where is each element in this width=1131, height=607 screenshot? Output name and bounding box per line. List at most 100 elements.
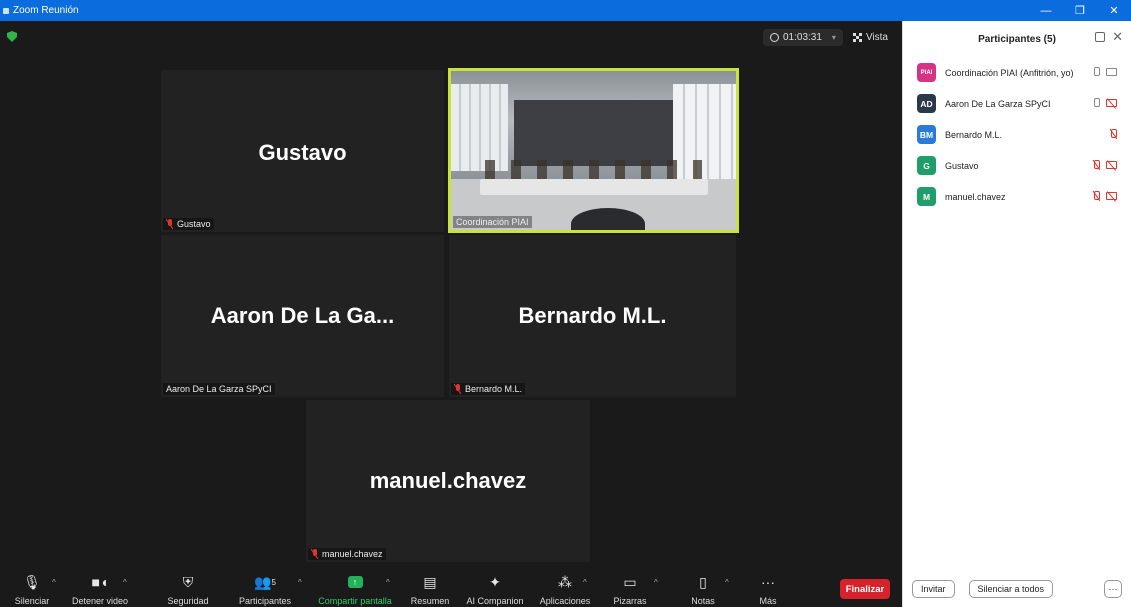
more-dots-icon: ···: [761, 574, 775, 590]
participants-icon: 👥 5: [254, 573, 276, 590]
end-meeting-button[interactable]: Finalizar: [840, 579, 890, 599]
meeting-toolbar: 🎙 ^ Silenciar ■◖ ^ Detener video ⛨ Segur…: [0, 571, 902, 607]
participant-name: manuel.chavez: [945, 191, 1006, 202]
mute-button[interactable]: 🎙 ^ Silenciar: [14, 573, 56, 607]
tile-caption: Coordinación PIAI: [453, 216, 532, 228]
participants-button[interactable]: 👥 5 ^ Participantes: [239, 573, 302, 607]
participant-big-name: manuel.chavez: [369, 468, 527, 493]
participant-name: Bernardo M.L.: [945, 129, 1003, 140]
video-tile-aaron[interactable]: Aaron De La Ga... Aaron De La Garza SPyC…: [161, 235, 444, 397]
chevron-up-icon[interactable]: ^: [123, 578, 127, 587]
avatar: G: [917, 156, 936, 175]
title-bar: Zoom Reunión — ❐ ✕: [0, 0, 1131, 21]
share-screen-button[interactable]: ↑ ^ Compartir pantalla: [318, 573, 392, 607]
tile-caption: Bernardo M.L.: [451, 383, 526, 395]
summary-button[interactable]: ▤ Resumen: [411, 573, 450, 607]
mic-muted-icon: [311, 549, 319, 559]
avatar: BM: [917, 125, 936, 144]
panel-header: Participantes (5) ✕: [903, 21, 1131, 57]
video-camera-icon: ■◖: [91, 574, 109, 590]
stop-video-button[interactable]: ■◖ ^ Detener video: [72, 573, 128, 607]
mic-muted-icon[interactable]: [1093, 191, 1100, 201]
apps-button[interactable]: ⁂ ^ Aplicaciones: [540, 573, 591, 607]
close-window-button[interactable]: ✕: [1097, 4, 1131, 17]
tile-caption-name: Coordinación PIAI: [456, 217, 529, 227]
grid-view-icon: [852, 33, 862, 42]
chevron-up-icon[interactable]: ^: [386, 578, 390, 587]
video-tile-bernardo[interactable]: Bernardo M.L. Bernardo M.L.: [449, 235, 736, 397]
window-title: Zoom Reunión: [13, 5, 79, 16]
chevron-up-icon[interactable]: ^: [654, 578, 658, 587]
camera-icon[interactable]: [1106, 68, 1117, 76]
video-tile-coordinacion[interactable]: Coordinación PIAI: [448, 68, 739, 233]
whiteboards-button[interactable]: ▭ ^ Pizarras: [612, 573, 657, 607]
zoom-logo-icon: [3, 7, 9, 14]
chevron-up-icon[interactable]: ^: [52, 578, 56, 587]
participant-list: PIAI Coordinación PIAI (Anfitrión, yo) AD A…: [903, 57, 1131, 212]
microphone-icon[interactable]: [1093, 67, 1100, 77]
meeting-area: 01:03:31 ▾ Vista Gustavo Gustavo Coordin…: [0, 21, 902, 607]
panel-title: Participantes (5): [978, 33, 1056, 45]
more-button[interactable]: ··· Más: [752, 573, 784, 607]
tile-caption: Gustavo: [163, 218, 214, 230]
whiteboard-icon: ▭: [623, 573, 637, 590]
more-options-button[interactable]: ···: [1104, 580, 1122, 598]
pop-out-icon[interactable]: [1095, 32, 1105, 42]
participant-row[interactable]: BM Bernardo M.L.: [903, 119, 1131, 150]
mic-muted-icon: [166, 219, 174, 229]
chevron-up-icon[interactable]: ^: [298, 578, 302, 587]
security-button[interactable]: ⛨ Seguridad: [167, 573, 208, 607]
tile-caption: manuel.chavez: [308, 548, 386, 560]
timer-value: 01:03:31: [782, 32, 822, 43]
chevron-down-icon: ▾: [831, 33, 836, 42]
view-button[interactable]: Vista: [849, 29, 892, 46]
apps-icon: ⁂: [558, 573, 572, 590]
avatar: M: [917, 187, 936, 206]
participants-panel: Participantes (5) ✕ PIAI Coordinación PIA…: [902, 21, 1131, 607]
invite-button[interactable]: Invitar: [912, 580, 955, 598]
camera-off-icon[interactable]: [1106, 161, 1117, 169]
participant-row[interactable]: G Gustavo: [903, 150, 1131, 181]
tile-caption-name: manuel.chavez: [322, 549, 383, 559]
participant-row[interactable]: Mmanuel.chavez: [903, 181, 1131, 212]
sparkle-icon: ✦: [489, 573, 501, 590]
participant-big-name: Aaron De La Ga...: [210, 303, 395, 328]
video-tile-gustavo[interactable]: Gustavo Gustavo: [161, 70, 444, 232]
minimize-button[interactable]: —: [1029, 5, 1063, 17]
participant-big-name: Gustavo: [258, 140, 347, 165]
participant-row[interactable]: PIAI Coordinación PIAI (Anfitrión, yo): [903, 57, 1131, 88]
shield-icon: ⛨: [182, 573, 194, 590]
camera-off-icon[interactable]: [1106, 192, 1117, 200]
participant-name: Gustavo: [945, 160, 979, 171]
microphone-icon: 🎙: [23, 573, 41, 590]
ai-companion-button[interactable]: ✦ AI Companion: [466, 573, 523, 607]
mic-muted-icon[interactable]: [1093, 160, 1100, 170]
participants-count: 5: [271, 577, 276, 587]
chevron-up-icon[interactable]: ^: [583, 578, 587, 587]
video-tile-manuel[interactable]: manuel.chavez manuel.chavez: [306, 400, 590, 562]
mute-all-button[interactable]: Silenciar a todos: [968, 580, 1054, 598]
tile-caption-name: Gustavo: [177, 219, 211, 229]
chevron-up-icon[interactable]: ^: [725, 578, 729, 587]
meeting-timer[interactable]: 01:03:31 ▾: [762, 29, 843, 46]
meeting-room-video: [451, 71, 736, 230]
camera-off-icon[interactable]: [1106, 99, 1117, 107]
avatar: PIAI: [917, 63, 936, 82]
avatar: AD: [917, 94, 936, 113]
tile-caption: Aaron De La Garza SPyCI: [163, 383, 275, 395]
tile-caption-name: Aaron De La Garza SPyCI: [166, 384, 272, 394]
participant-row[interactable]: AD Aaron De La Garza SPyCI: [903, 88, 1131, 119]
notes-button[interactable]: ▯ ^ Notas: [685, 573, 729, 607]
restore-button[interactable]: ❐: [1063, 4, 1097, 17]
panel-footer: Invitar Silenciar a todos ···: [903, 571, 1131, 607]
microphone-icon[interactable]: [1093, 98, 1100, 108]
zoom-window: Zoom Reunión — ❐ ✕ 01:03:31 ▾ Vista Gust…: [0, 0, 1131, 607]
summary-icon: ▤: [423, 573, 437, 590]
mic-muted-icon: [454, 384, 462, 394]
participant-name: Aaron De La Garza SPyCI: [945, 98, 1051, 109]
share-screen-icon: ↑: [347, 576, 363, 588]
encryption-shield-icon[interactable]: [7, 31, 17, 42]
close-panel-icon[interactable]: ✕: [1112, 29, 1123, 45]
tile-caption-name: Bernardo M.L.: [465, 384, 523, 394]
mic-muted-icon[interactable]: [1110, 129, 1117, 139]
